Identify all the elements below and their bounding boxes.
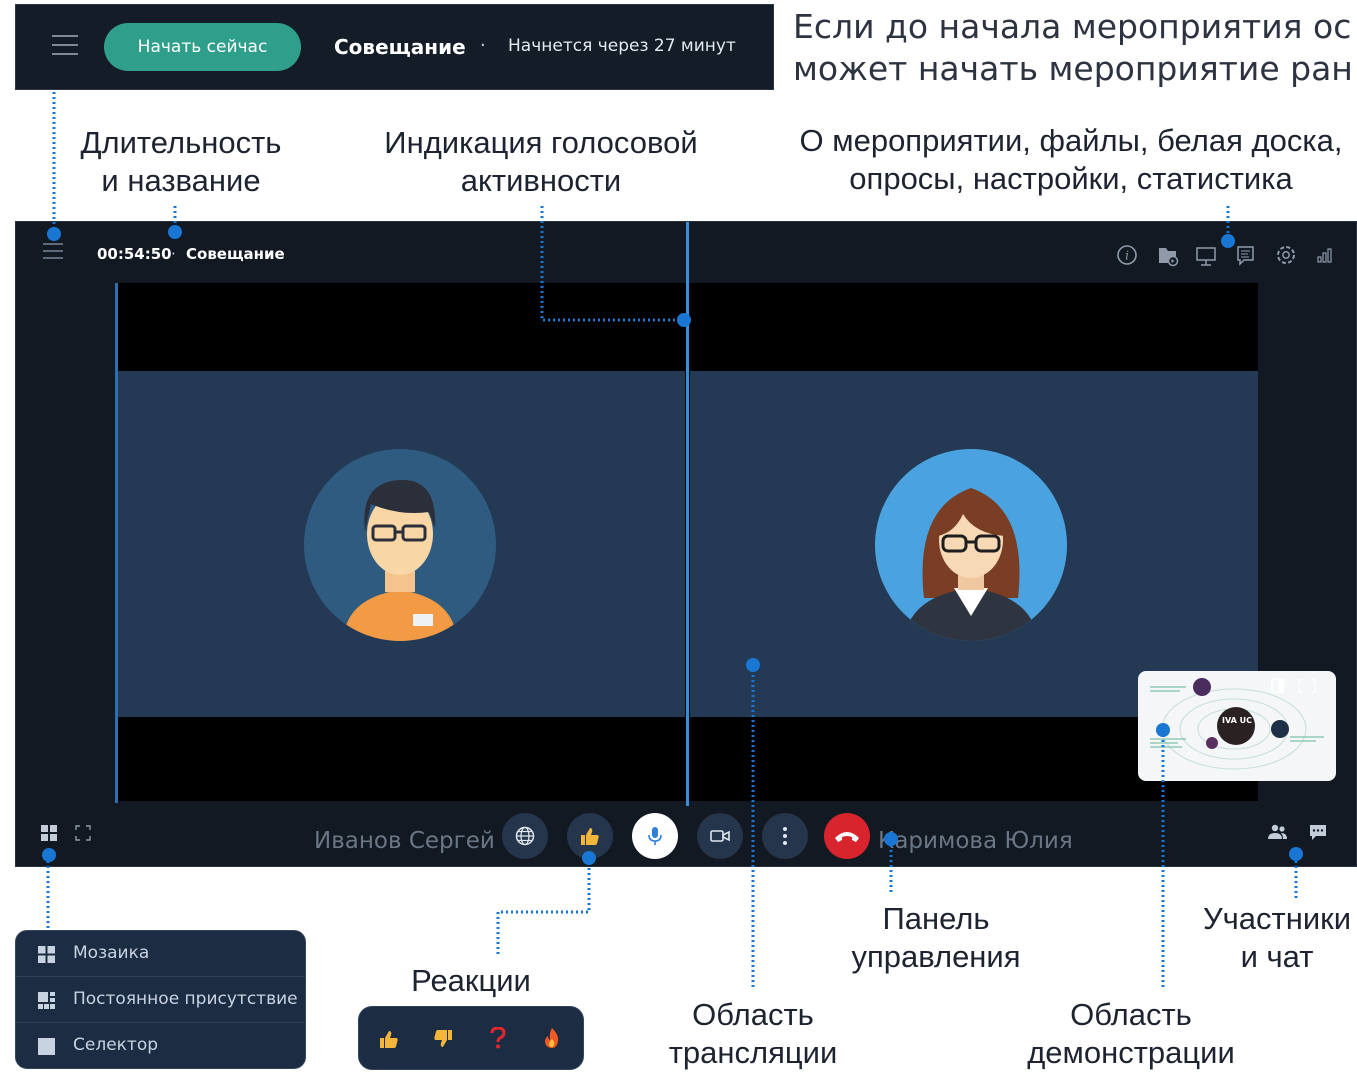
annotation-dot	[168, 225, 182, 239]
selector-icon	[38, 1038, 55, 1055]
reactions-menu	[358, 1006, 584, 1070]
layout-option-label: Постоянное присутствие	[73, 989, 298, 1009]
caption-demonstration-area: Область демонстрации	[1018, 996, 1244, 1072]
annotation-dot	[1289, 847, 1303, 861]
thumbs-down-icon[interactable]	[433, 1029, 453, 1049]
fire-icon[interactable]	[543, 1027, 561, 1049]
caption-control-panel: Панель управления	[836, 900, 1036, 976]
layout-option-label: Селектор	[73, 1035, 159, 1055]
question-icon[interactable]	[490, 1027, 506, 1049]
annotation-dot	[746, 658, 760, 672]
permanent-presence-icon	[38, 992, 55, 1009]
annotation-dot	[42, 848, 56, 862]
layout-option-selector[interactable]: Селектор	[16, 1023, 305, 1068]
layout-option-permanent-presence[interactable]: Постоянное присутствие	[16, 977, 305, 1023]
caption-line: Область	[1070, 997, 1192, 1032]
annotation-dot	[1221, 234, 1235, 248]
layout-option-mosaic[interactable]: Мозаика	[16, 931, 305, 977]
mosaic-icon	[38, 946, 55, 963]
layout-option-label: Мозаика	[73, 943, 150, 963]
caption-broadcast-area: Область трансляции	[650, 996, 856, 1072]
annotation-dot	[582, 851, 596, 865]
caption-line: Участники	[1202, 901, 1352, 936]
annotation-dot	[47, 227, 61, 241]
caption-line: трансляции	[668, 1035, 838, 1070]
caption-line: Область	[692, 997, 814, 1032]
thumbs-up-icon[interactable]	[379, 1029, 399, 1049]
annotation-leaders	[46, 92, 1298, 990]
caption-line: и чат	[1240, 939, 1314, 974]
caption-line: демонстрации	[1027, 1035, 1235, 1070]
caption-line: управления	[851, 939, 1021, 974]
layout-menu: Мозаика Постоянное присутствие Селектор	[15, 930, 306, 1069]
caption-reactions: Реакции	[411, 963, 531, 998]
annotation-dot	[677, 313, 691, 327]
caption-line: Панель	[882, 901, 990, 936]
annotation-dot	[884, 832, 898, 846]
caption-participants-chat: Участники и чат	[1192, 900, 1357, 976]
annotation-dot	[1156, 723, 1170, 737]
